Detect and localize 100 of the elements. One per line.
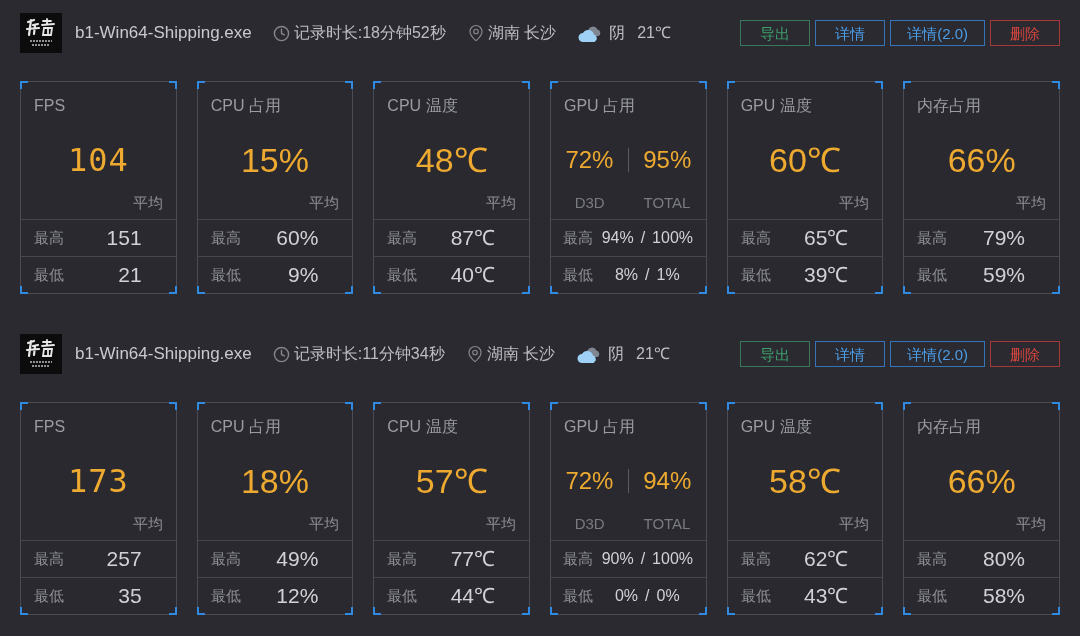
stat-value: 40℃ bbox=[450, 262, 495, 289]
stat-label: 最高 bbox=[34, 548, 64, 569]
slash-separator: / bbox=[645, 265, 650, 285]
duration-text: 记录时长:18分钟52秒 bbox=[293, 23, 446, 43]
stat-value: 87℃ bbox=[450, 225, 495, 252]
stat-value: 1% bbox=[656, 265, 680, 285]
card-title: CPU 温度 bbox=[387, 97, 458, 114]
average-label: 平均 bbox=[839, 514, 870, 534]
stat-value: 65℃ bbox=[803, 225, 849, 252]
card-title: CPU 占用 bbox=[210, 418, 281, 435]
stat-label: 最高 bbox=[917, 548, 948, 569]
card-title: GPU 温度 bbox=[740, 418, 812, 435]
stat-label: 最高 bbox=[387, 548, 418, 569]
metric-value: 66% bbox=[947, 139, 1016, 180]
details-button[interactable]: 详情 bbox=[815, 341, 886, 367]
slash-separator: / bbox=[640, 228, 646, 248]
stat-value: 8% bbox=[614, 265, 639, 285]
stat-value: 9% bbox=[287, 262, 319, 289]
stat-value: 80% bbox=[982, 546, 1025, 573]
details-button[interactable]: 详情(2.0) bbox=[890, 341, 985, 367]
card-title: GPU 占用 bbox=[564, 418, 636, 435]
metric-value: 60℃ bbox=[769, 139, 841, 180]
stat-label: 最高 bbox=[34, 227, 64, 248]
location-pin-icon bbox=[465, 345, 484, 363]
card-title: 内存占用 bbox=[917, 97, 982, 114]
delete-button[interactable]: 删除 bbox=[990, 20, 1060, 46]
stat-value: 100% bbox=[652, 228, 694, 248]
calligraphy-logo-icon bbox=[20, 334, 62, 374]
stat-label: 最低 bbox=[917, 585, 948, 606]
metric-value: 95% bbox=[643, 144, 692, 175]
stat-value: 151 bbox=[106, 225, 142, 252]
weather-condition: 阴 bbox=[609, 23, 626, 43]
stat-value: 100% bbox=[652, 549, 694, 569]
weather-condition: 阴 bbox=[608, 344, 625, 364]
slash-separator: / bbox=[640, 549, 646, 569]
metric-value: 72% bbox=[565, 144, 614, 175]
stat-value: 257 bbox=[106, 546, 142, 573]
metric-value: 66% bbox=[947, 460, 1016, 501]
stat-value: 94% bbox=[601, 228, 634, 248]
metric-value: 72% bbox=[565, 465, 614, 496]
average-label: 平均 bbox=[309, 514, 340, 534]
average-label: 平均 bbox=[1016, 514, 1046, 534]
location-text: 湖南 长沙 bbox=[486, 344, 556, 364]
average-label: 平均 bbox=[132, 514, 163, 534]
average-label: 平均 bbox=[132, 193, 163, 213]
card-title: CPU 占用 bbox=[210, 97, 281, 114]
details-button[interactable]: 详情 bbox=[815, 20, 886, 46]
average-label: 平均 bbox=[839, 193, 870, 213]
stat-value: 12% bbox=[276, 583, 319, 610]
stat-value: 43℃ bbox=[803, 583, 849, 610]
metric-value: 94% bbox=[643, 465, 692, 496]
location-text: 湖南 长沙 bbox=[487, 23, 557, 43]
temperature-text: 21℃ bbox=[636, 344, 670, 364]
metric-value: 173 bbox=[67, 460, 129, 501]
metric-value: 18% bbox=[240, 460, 309, 501]
average-label: 平均 bbox=[1016, 193, 1046, 213]
metric-value: 57℃ bbox=[415, 460, 488, 501]
card-title: CPU 温度 bbox=[387, 418, 458, 435]
card-title: FPS bbox=[34, 418, 66, 435]
stat-label: 最低 bbox=[740, 264, 771, 285]
card-title: FPS bbox=[34, 97, 66, 114]
average-label: 平均 bbox=[309, 193, 340, 213]
stat-label: 最低 bbox=[34, 264, 64, 285]
stat-label: 最高 bbox=[563, 227, 593, 248]
duration-text: 记录时长:11分钟34秒 bbox=[293, 344, 445, 364]
details-button[interactable]: 详情(2.0) bbox=[890, 20, 985, 46]
stat-value: 79% bbox=[982, 225, 1025, 252]
metric-value: 15% bbox=[240, 139, 309, 180]
value-label: D3D bbox=[574, 514, 605, 534]
stat-value: 0% bbox=[656, 586, 680, 606]
stat-value: 58% bbox=[982, 583, 1025, 610]
stat-value: 35 bbox=[118, 583, 142, 610]
metric-value: 58℃ bbox=[769, 460, 841, 501]
process-name: b1-Win64-Shipping.exe bbox=[75, 343, 252, 366]
value-label: D3D bbox=[574, 193, 605, 213]
average-label: 平均 bbox=[486, 193, 516, 213]
stat-value: 60% bbox=[276, 225, 319, 252]
export-button[interactable]: 导出 bbox=[740, 341, 811, 367]
clock-icon bbox=[272, 345, 290, 363]
stat-label: 最低 bbox=[387, 264, 418, 285]
stat-value: 39℃ bbox=[803, 262, 849, 289]
average-label: 平均 bbox=[486, 514, 516, 534]
stat-value: 90% bbox=[601, 549, 634, 569]
stat-label: 最低 bbox=[563, 585, 593, 606]
card-title: GPU 温度 bbox=[740, 97, 812, 114]
stat-label: 最低 bbox=[740, 585, 771, 606]
card-title: 内存占用 bbox=[917, 418, 982, 435]
export-button[interactable]: 导出 bbox=[740, 20, 811, 46]
stat-label: 最高 bbox=[387, 227, 418, 248]
stat-label: 最低 bbox=[563, 264, 593, 285]
metric-value: 104 bbox=[67, 139, 129, 180]
stat-value: 77℃ bbox=[450, 546, 495, 573]
slash-separator: / bbox=[645, 586, 650, 606]
stat-label: 最低 bbox=[387, 585, 418, 606]
delete-button[interactable]: 删除 bbox=[990, 341, 1060, 367]
stat-label: 最高 bbox=[917, 227, 948, 248]
stat-label: 最低 bbox=[34, 585, 64, 606]
stat-label: 最高 bbox=[740, 227, 771, 248]
stat-label: 最高 bbox=[210, 227, 241, 248]
stat-label: 最高 bbox=[740, 548, 771, 569]
